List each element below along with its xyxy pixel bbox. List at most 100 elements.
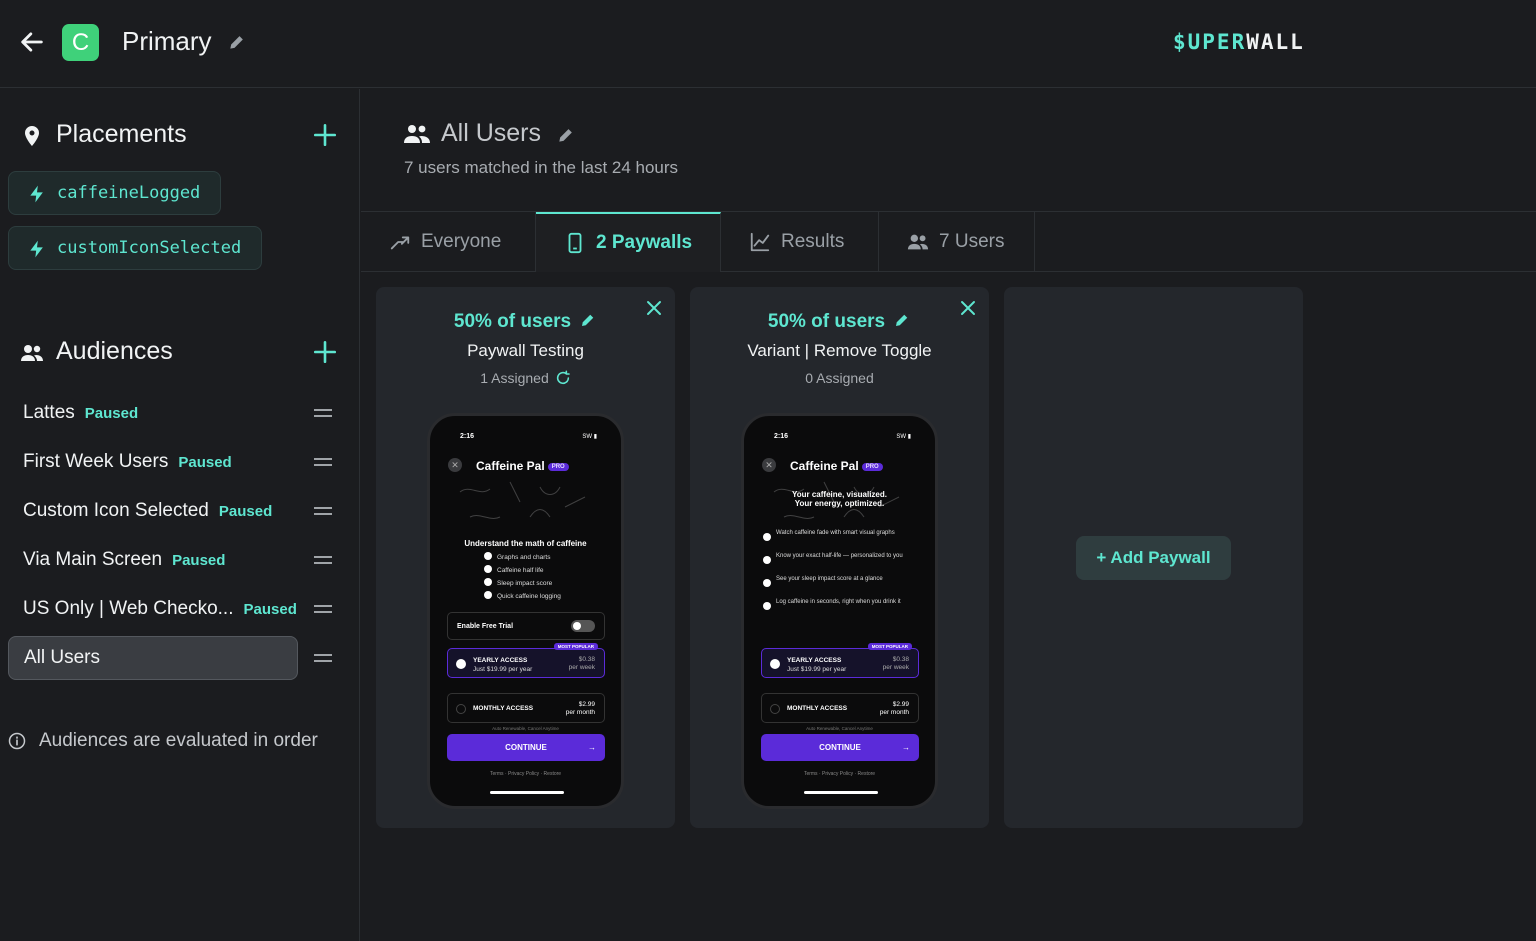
feature-text: Know your exact half-life — personalized… xyxy=(776,553,903,559)
tab-users[interactable]: 7 Users xyxy=(879,212,1035,272)
audience-status: Paused xyxy=(218,503,273,520)
audience-status: Paused xyxy=(243,601,297,618)
tab-label: 2 Paywalls xyxy=(596,232,693,253)
drag-handle-icon[interactable] xyxy=(314,605,332,615)
audience-title: All Users xyxy=(441,119,542,147)
paywall-preview[interactable]: 2:16 SW ▮ ✕ Caffeine Pal PRO Your caffein… xyxy=(741,413,938,809)
drag-handle-icon[interactable] xyxy=(314,458,332,468)
add-placement-plus-icon[interactable] xyxy=(312,122,338,148)
feature-text: Quick caffeine logging xyxy=(497,593,561,600)
pencil-icon[interactable] xyxy=(579,311,597,329)
tab-label: Results xyxy=(781,231,845,252)
traffic-percent: 50% of users xyxy=(690,311,989,333)
top-bar: C Primary $UPERWALL xyxy=(0,0,1536,88)
audiences-title: Audiences xyxy=(56,337,173,365)
feature-text: Graphs and charts xyxy=(497,554,551,561)
audience-item-via-main-screen[interactable]: Via Main Screen Paused xyxy=(8,538,298,582)
plan-sub: Just $19.99 per year xyxy=(787,666,847,673)
drag-handle-icon[interactable] xyxy=(314,556,332,566)
preview-app-text: Caffeine Pal xyxy=(790,459,859,473)
assigned-count: 0 Assigned xyxy=(805,370,874,386)
audience-item-all-users[interactable]: All Users xyxy=(8,636,298,680)
chart-icon xyxy=(750,232,770,252)
placements-title: Placements xyxy=(56,120,187,148)
placement-chip-caffeine-logged[interactable]: caffeineLogged xyxy=(8,171,222,215)
tab-bar: Everyone 2 Paywalls Results 7 Users xyxy=(361,211,1536,272)
traffic-percent: 50% of users xyxy=(376,311,675,333)
audience-item-first-week-users[interactable]: First Week Users Paused xyxy=(8,440,298,484)
check-icon xyxy=(770,659,780,669)
preview-footer-links: Terms · Privacy Policy · Restore xyxy=(489,771,562,777)
audience-item-lattes[interactable]: Lattes Paused xyxy=(8,391,298,435)
price-unit: per month xyxy=(879,709,909,716)
drag-handle-icon[interactable] xyxy=(314,409,332,419)
feature-item: Know your exact half-life — personalized… xyxy=(763,553,916,564)
monthly-plan: MONTHLY ACCESS $2.99 per month xyxy=(761,693,919,723)
tab-results[interactable]: Results xyxy=(721,212,879,272)
headline-line: Your energy, optimized. xyxy=(794,499,885,508)
placement-chip-custom-icon-selected[interactable]: customIconSelected xyxy=(8,226,263,270)
main-content: All Users 7 users matched in the last 24… xyxy=(361,89,1536,941)
pencil-icon[interactable] xyxy=(556,125,576,145)
feature-text: Sleep impact score xyxy=(497,580,553,587)
price-unit: per week xyxy=(882,664,909,671)
toggle-label: Enable Free Trial xyxy=(457,623,514,630)
continue-button: CONTINUE → xyxy=(761,734,919,761)
tab-paywalls[interactable]: 2 Paywalls xyxy=(536,212,721,272)
radio-icon xyxy=(770,704,780,714)
preview-app-text: Caffeine Pal xyxy=(476,459,545,473)
phone-carrier: SW xyxy=(896,434,907,440)
plan-price: $0.38 per week xyxy=(569,656,595,672)
back-arrow-icon[interactable] xyxy=(18,28,46,56)
home-indicator xyxy=(804,791,878,794)
pencil-icon[interactable] xyxy=(227,32,247,52)
monthly-plan: MONTHLY ACCESS $2.99 per month xyxy=(447,693,605,723)
logo-part-2: WALL xyxy=(1246,30,1305,54)
users-icon xyxy=(404,125,430,143)
price-value: $0.38 xyxy=(578,656,595,663)
phone-time: 2:16 xyxy=(460,433,475,440)
plan-name: YEARLY ACCESS xyxy=(787,657,842,664)
plan-sub: Just $19.99 per year xyxy=(473,666,533,673)
drag-handle-icon[interactable] xyxy=(314,654,332,664)
sidebar: Placements caffeineLogged customIconSele… xyxy=(0,89,360,941)
logo-part-1: $UPER xyxy=(1173,30,1247,54)
arrow-right-icon: → xyxy=(902,743,910,752)
tab-everyone[interactable]: Everyone xyxy=(361,212,536,272)
price-unit: per month xyxy=(565,709,595,716)
preview-close-icon: ✕ xyxy=(762,458,776,472)
audience-item-us-only-web-checkout[interactable]: US Only | Web Checko... Paused xyxy=(8,587,298,631)
pro-badge: PRO xyxy=(861,463,883,471)
paywall-preview[interactable]: 2:16 SW ▮ ✕ Caffeine Pal PRO Understand t… xyxy=(427,413,624,809)
add-audience-plus-icon[interactable] xyxy=(312,339,338,365)
feature-item: Sleep impact score xyxy=(484,578,552,587)
plan-price: $0.38 per week xyxy=(883,656,909,672)
radio-icon xyxy=(456,704,466,714)
paywall-name: Paywall Testing xyxy=(467,341,584,360)
pencil-icon[interactable] xyxy=(893,311,911,329)
feature-item: Log caffeine in seconds, right when you … xyxy=(763,599,916,610)
tab-label: Everyone xyxy=(421,231,502,252)
audience-status: Paused xyxy=(172,552,226,569)
cta-text: CONTINUE xyxy=(819,743,861,752)
audience-name: First Week Users xyxy=(23,451,169,472)
refresh-icon[interactable] xyxy=(555,370,571,386)
drag-handle-icon[interactable] xyxy=(314,507,332,517)
feature-item: Graphs and charts xyxy=(484,552,550,561)
bolt-icon xyxy=(30,185,43,203)
check-icon xyxy=(456,659,466,669)
cta-text: CONTINUE xyxy=(505,743,547,752)
popular-badge: MOST POPULAR xyxy=(553,643,598,650)
plan-name: MONTHLY ACCESS xyxy=(787,705,848,712)
free-trial-toggle-row: Enable Free Trial xyxy=(447,612,605,640)
audience-subtitle: 7 users matched in the last 24 hours xyxy=(404,158,679,177)
preview-headline: Understand the math of caffeine xyxy=(464,539,587,548)
audience-status: Paused xyxy=(178,454,232,471)
feature-text: Watch caffeine fade with smart visual gr… xyxy=(776,530,895,536)
add-paywall-button[interactable]: + Add Paywall xyxy=(1076,536,1231,580)
paywall-name: Variant | Remove Toggle xyxy=(747,341,932,360)
app-name: Primary xyxy=(122,26,212,56)
audience-item-custom-icon-selected[interactable]: Custom Icon Selected Paused xyxy=(8,489,298,533)
users-icon xyxy=(21,345,43,361)
info-note-text: Audiences are evaluated in order xyxy=(39,730,318,751)
